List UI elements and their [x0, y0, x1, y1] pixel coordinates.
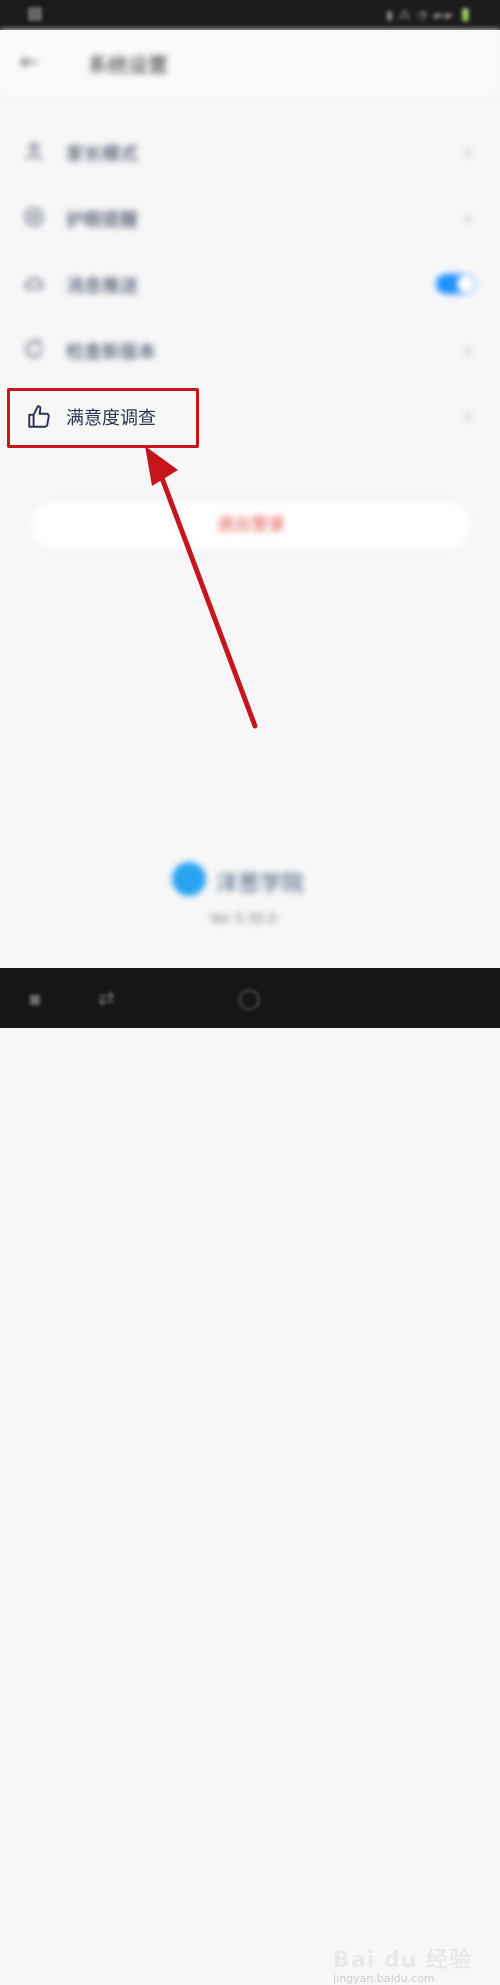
- app-logo-icon: [172, 862, 206, 896]
- user-icon: [22, 140, 46, 164]
- settings-item-message-push[interactable]: 消息推送: [0, 252, 500, 316]
- chevron-right-icon: ›: [464, 206, 472, 230]
- app-version: Ver 5.35.0: [210, 912, 277, 927]
- notification-icon: [28, 7, 42, 21]
- settings-item-parent-mode[interactable]: 家长模式 ›: [0, 120, 500, 184]
- settings-item-label: 家长模式: [66, 144, 138, 165]
- chevron-right-icon: ›: [464, 338, 472, 362]
- eye-icon: [22, 206, 46, 230]
- chevron-right-icon: ›: [464, 404, 472, 428]
- system-navigation-bar: ▪ ⇄ ◯ Bai du 经验 jingyan.baidu.com: [0, 968, 500, 1985]
- update-icon: [22, 338, 46, 362]
- status-icons: ▮ ⁂ ◔ ▰▰ 🔋: [386, 8, 474, 22]
- nav-recents-icon[interactable]: ⇄: [98, 986, 115, 1010]
- status-bar: ▮ ⁂ ◔ ▰▰ 🔋: [0, 0, 500, 30]
- back-arrow-icon[interactable]: ←: [20, 50, 38, 75]
- app-brand-name: 洋葱学院: [216, 872, 305, 897]
- app-brand: 洋葱学院: [172, 860, 342, 900]
- message-push-toggle[interactable]: [436, 274, 476, 294]
- logout-button[interactable]: 退出登录: [30, 500, 472, 550]
- cloud-icon: [22, 272, 46, 296]
- settings-item-check-update[interactable]: 检查新版本 ›: [0, 318, 500, 382]
- settings-item-label: 护眼提醒: [66, 210, 138, 231]
- settings-item-label: 消息推送: [66, 276, 138, 297]
- page-title: 系统设置: [88, 53, 168, 77]
- nav-menu-icon[interactable]: ▪: [28, 986, 42, 1010]
- watermark: Bai du 经验 jingyan.baidu.com: [333, 1942, 472, 1985]
- settings-item-eye-reminder[interactable]: 护眼提醒 ›: [0, 186, 500, 250]
- chevron-right-icon: ›: [464, 140, 472, 164]
- watermark-logo: Bai du 经验: [333, 1948, 472, 1973]
- app-header: ← 系统设置: [0, 30, 500, 97]
- settings-item-label: 检查新版本: [66, 342, 156, 363]
- nav-home-icon[interactable]: ◯: [238, 986, 260, 1010]
- highlight-box: [7, 388, 199, 448]
